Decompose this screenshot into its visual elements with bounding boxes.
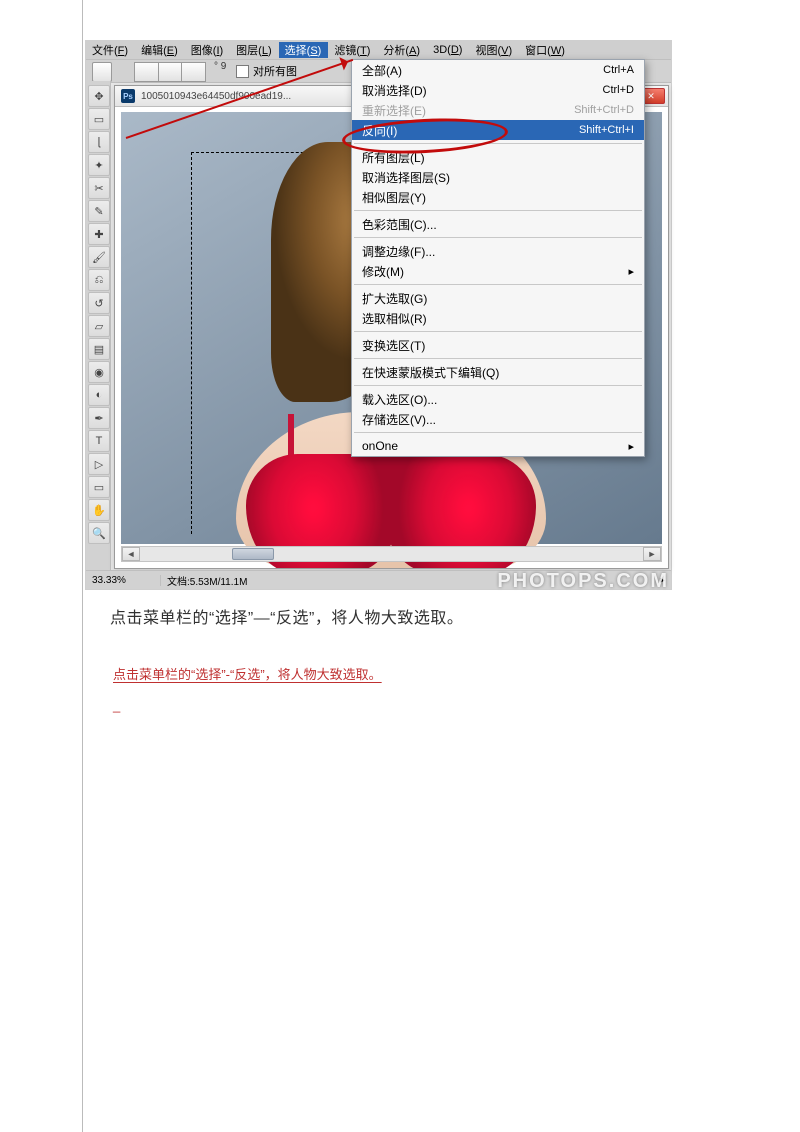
left-margin-rule (82, 0, 83, 1132)
horizontal-scrollbar[interactable]: ◄ ► (121, 546, 662, 562)
checkbox-all-layers[interactable]: 对所有图 (236, 63, 297, 79)
page: 文件(F)编辑(E)图像(I)图层(L)选择(S)滤镜(T)分析(A)3D(D)… (0, 0, 800, 1132)
menu-item[interactable]: 取消选择图层(S) (352, 167, 644, 187)
menu-item[interactable]: 所有图层(L) (352, 147, 644, 167)
select-menu-dropdown: 全部(A)Ctrl+A取消选择(D)Ctrl+D重新选择(E)Shift+Ctr… (351, 59, 645, 457)
selection-mode-segmented[interactable] (134, 62, 206, 82)
menu-l[interactable]: 图层(L) (230, 42, 278, 58)
tool-preset-icon[interactable] (92, 62, 112, 82)
tool-box: ✥▭ɭ✦✂✎✚🖌⎌↺▱▤◉◐✒T▷▭✋🔍 (86, 81, 111, 571)
scroll-left-button[interactable]: ◄ (122, 547, 140, 561)
menu-d[interactable]: 3D(D) (427, 44, 469, 56)
menu-separator (354, 284, 642, 285)
menu-separator (354, 143, 642, 144)
type-tool-icon[interactable]: T (88, 430, 110, 452)
pen-tool-icon[interactable]: ✒ (88, 407, 110, 429)
menu-item[interactable]: 全部(A)Ctrl+A (352, 60, 644, 80)
menu-separator (354, 237, 642, 238)
crop-tool-icon[interactable]: ✂ (88, 177, 110, 199)
brush-tool-icon[interactable]: 🖌 (88, 246, 110, 268)
heal-tool-icon[interactable]: ✚ (88, 223, 110, 245)
wand-tool-icon[interactable]: ✦ (88, 154, 110, 176)
menu-f[interactable]: 文件(F) (86, 42, 135, 58)
scroll-right-button[interactable]: ► (643, 547, 661, 561)
menu-item[interactable]: 载入选区(O)... (352, 389, 644, 409)
menu-item[interactable]: 相似图层(Y) (352, 187, 644, 207)
dodge-tool-icon[interactable]: ◐ (88, 384, 110, 406)
shape-tool-icon[interactable]: ▭ (88, 476, 110, 498)
menu-item[interactable]: 调整边缘(F)... (352, 241, 644, 261)
menu-separator (354, 358, 642, 359)
screenshot-caption: 点击菜单栏的“选择”—“反选”，将人物大致选取。 (110, 604, 463, 628)
menu-item[interactable]: 修改(M)▸ (352, 261, 644, 281)
zoom-level[interactable]: 33.33% (86, 575, 161, 586)
menu-item[interactable]: 变换选区(T) (352, 335, 644, 355)
menu-item[interactable]: 取消选择(D)Ctrl+D (352, 80, 644, 100)
eraser-tool-icon[interactable]: ▱ (88, 315, 110, 337)
marquee-tool-icon[interactable]: ▭ (88, 108, 110, 130)
menu-separator (354, 432, 642, 433)
menu-item[interactable]: 扩大选取(G) (352, 288, 644, 308)
menu-separator (354, 210, 642, 211)
brush-size-label: ° 9 (214, 61, 226, 72)
linked-caption[interactable]: 点击菜单栏的“选择”-“反选”，将人物大致选取。 (113, 664, 382, 683)
move-tool-icon[interactable]: ✥ (88, 85, 110, 107)
watermark: PHOTOPS.COM (497, 571, 669, 591)
gradient-tool-icon[interactable]: ▤ (88, 338, 110, 360)
scroll-thumb[interactable] (232, 548, 274, 560)
zoom-tool-icon[interactable]: 🔍 (88, 522, 110, 544)
lasso-tool-icon[interactable]: ɭ (88, 131, 110, 153)
path-tool-icon[interactable]: ▷ (88, 453, 110, 475)
menu-item[interactable]: 色彩范围(C)... (352, 214, 644, 234)
history-tool-icon[interactable]: ↺ (88, 292, 110, 314)
menu-w[interactable]: 窗口(W) (519, 42, 572, 58)
menu-s[interactable]: 选择(S) (279, 42, 329, 58)
menu-item[interactable]: 在快速蒙版模式下编辑(Q) (352, 362, 644, 382)
stamp-tool-icon[interactable]: ⎌ (88, 269, 110, 291)
menu-item[interactable]: 选取相似(R) (352, 308, 644, 328)
tiny-underscore: _ (113, 698, 120, 713)
ps-file-icon: Ps (121, 89, 135, 103)
menu-a[interactable]: 分析(A) (377, 42, 427, 58)
menu-item[interactable]: 存储选区(V)... (352, 409, 644, 429)
photoshop-screenshot: 文件(F)编辑(E)图像(I)图层(L)选择(S)滤镜(T)分析(A)3D(D)… (85, 40, 672, 590)
menu-item[interactable]: onOne▸ (352, 436, 644, 456)
menu-i[interactable]: 图像(I) (185, 42, 230, 58)
menu-e[interactable]: 编辑(E) (135, 42, 185, 58)
blur-tool-icon[interactable]: ◉ (88, 361, 110, 383)
menu-separator (354, 385, 642, 386)
menu-item: 重新选择(E)Shift+Ctrl+D (352, 100, 644, 120)
menu-separator (354, 331, 642, 332)
eyedrop-tool-icon[interactable]: ✎ (88, 200, 110, 222)
submenu-arrow-icon: ▸ (628, 440, 634, 453)
submenu-arrow-icon: ▸ (628, 265, 634, 278)
menu-item[interactable]: 反向(I)Shift+Ctrl+I (352, 120, 644, 140)
menu-v[interactable]: 视图(V) (469, 42, 519, 58)
hand-tool-icon[interactable]: ✋ (88, 499, 110, 521)
menu-bar: 文件(F)编辑(E)图像(I)图层(L)选择(S)滤镜(T)分析(A)3D(D)… (86, 41, 671, 59)
